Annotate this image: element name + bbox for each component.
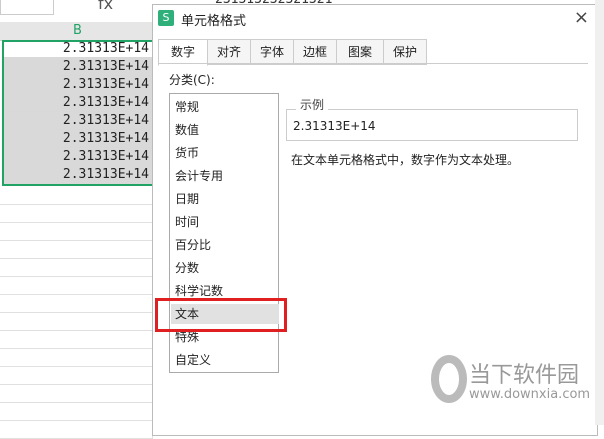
sample-box: 2.31313E+14: [286, 109, 578, 141]
sample-label: 示例: [296, 96, 329, 113]
category-item[interactable]: 数值: [174, 120, 275, 140]
empty-row[interactable]: [0, 258, 153, 277]
empty-row[interactable]: [0, 366, 153, 385]
category-item[interactable]: 分数: [174, 258, 275, 278]
fx-icon[interactable]: fx: [98, 0, 113, 13]
empty-row[interactable]: [0, 186, 153, 205]
column-header-b[interactable]: B: [0, 22, 155, 41]
category-item[interactable]: 百分比: [174, 235, 275, 255]
tab-1[interactable]: 对齐: [207, 39, 251, 65]
empty-row[interactable]: [0, 348, 153, 367]
tab-2[interactable]: 字体: [250, 39, 294, 65]
sample-value: 2.31313E+14: [293, 119, 376, 133]
selection-range: [2, 40, 154, 186]
category-item[interactable]: 日期: [174, 189, 275, 209]
category-item[interactable]: 时间: [174, 212, 275, 232]
scrollbar[interactable]: [595, 0, 604, 425]
highlight-box: [155, 298, 287, 332]
category-item[interactable]: 常规: [174, 97, 275, 117]
name-box[interactable]: [0, 0, 54, 15]
empty-row[interactable]: [0, 222, 153, 241]
dialog-title-bar[interactable]: S 单元格格式 ×: [153, 5, 597, 31]
category-item[interactable]: 货币: [174, 143, 275, 163]
empty-row[interactable]: [0, 330, 153, 349]
tab-5[interactable]: 保护: [383, 39, 427, 65]
empty-row[interactable]: [0, 240, 153, 259]
watermark-name: 当下软件园: [469, 363, 580, 388]
description-text: 在文本单元格格式中，数字作为文本处理。: [291, 153, 520, 167]
category-label: 分类(C):: [169, 73, 215, 87]
empty-row[interactable]: [0, 312, 153, 331]
empty-row[interactable]: [0, 294, 153, 313]
tab-3[interactable]: 边框: [293, 39, 337, 65]
tab-4[interactable]: 图案: [336, 39, 384, 65]
category-item[interactable]: 会计专用: [174, 166, 275, 186]
close-icon[interactable]: ×: [574, 7, 589, 28]
empty-row[interactable]: [0, 420, 153, 439]
dialog-title: 单元格格式: [181, 14, 247, 29]
empty-row[interactable]: [0, 276, 153, 295]
empty-row[interactable]: [0, 204, 153, 223]
category-item[interactable]: 自定义: [174, 350, 275, 370]
watermark-logo-icon: [431, 355, 467, 403]
watermark-url: www.downxia.com: [469, 387, 591, 402]
tab-0[interactable]: 数字: [158, 39, 208, 66]
empty-row[interactable]: [0, 384, 153, 403]
app-logo-icon: S: [158, 10, 174, 26]
empty-row[interactable]: [0, 402, 153, 421]
tab-divider: [158, 63, 588, 64]
